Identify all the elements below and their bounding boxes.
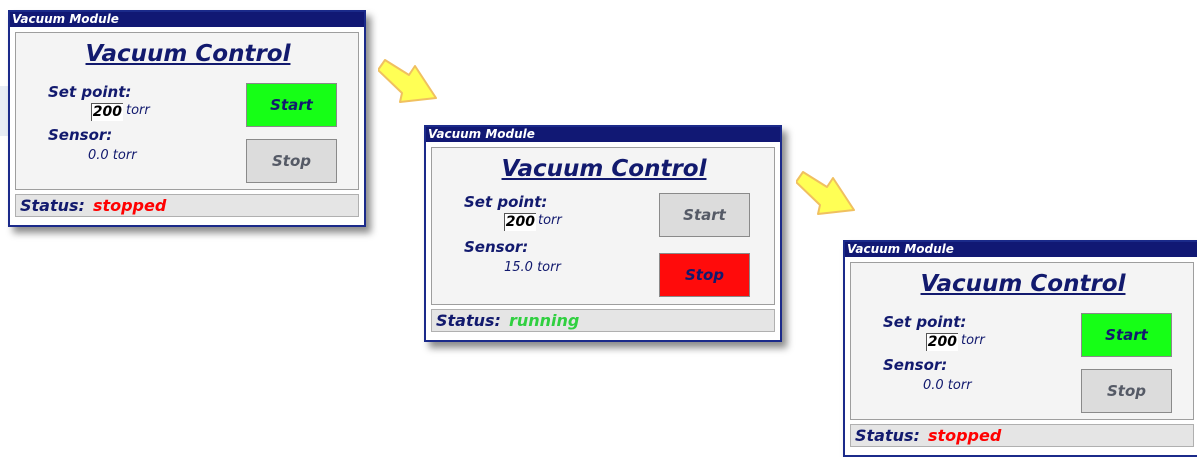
start-button[interactable]: Start bbox=[659, 193, 750, 237]
window-title: Vacuum Module bbox=[10, 12, 364, 27]
setpoint-input[interactable]: 200 bbox=[926, 333, 958, 351]
status-label: Status: bbox=[20, 196, 85, 215]
stop-button[interactable]: Stop bbox=[659, 253, 750, 297]
status-value: stopped bbox=[92, 196, 167, 215]
window-title: Vacuum Module bbox=[426, 127, 780, 142]
arrow-shape bbox=[796, 171, 855, 215]
status-bar: Status: running bbox=[431, 309, 775, 332]
sensor-value: 15.0 torr bbox=[504, 260, 561, 275]
status-label: Status: bbox=[436, 311, 501, 330]
setpoint-unit: torr bbox=[126, 103, 150, 118]
panel-heading: Vacuum Control bbox=[501, 156, 707, 182]
panel-heading: Vacuum Control bbox=[85, 41, 291, 67]
sensor-label: Sensor: bbox=[464, 238, 529, 256]
start-button[interactable]: Start bbox=[1081, 313, 1172, 357]
vacuum-module-window-3: Vacuum Module Vacuum Control Set point: … bbox=[843, 240, 1197, 457]
setpoint-label: Set point: bbox=[48, 83, 132, 101]
arrow-shape bbox=[378, 59, 437, 103]
setpoint-input[interactable]: 200 bbox=[91, 103, 123, 121]
stop-button[interactable]: Stop bbox=[1081, 369, 1172, 413]
sensor-value: 0.0 torr bbox=[88, 148, 137, 163]
setpoint-unit: torr bbox=[538, 213, 562, 228]
setpoint-label: Set point: bbox=[464, 193, 548, 211]
control-area: Vacuum Control Set point: 200 torr Senso… bbox=[15, 32, 359, 190]
status-value: running bbox=[508, 311, 580, 330]
window-title: Vacuum Module bbox=[845, 242, 1197, 257]
transition-arrow-icon bbox=[796, 171, 855, 215]
stop-button[interactable]: Stop bbox=[246, 139, 337, 183]
setpoint-input[interactable]: 200 bbox=[504, 213, 536, 231]
status-label: Status: bbox=[855, 426, 920, 445]
transition-arrow-icon bbox=[378, 59, 437, 103]
status-bar: Status: stopped bbox=[850, 424, 1194, 447]
status-bar: Status: stopped bbox=[15, 194, 359, 217]
control-area: Vacuum Control Set point: 200 torr Senso… bbox=[850, 262, 1194, 420]
setpoint-label: Set point: bbox=[883, 313, 967, 331]
start-button[interactable]: Start bbox=[246, 83, 337, 127]
vacuum-module-window-2: Vacuum Module Vacuum Control Set point: … bbox=[424, 125, 782, 342]
setpoint-unit: torr bbox=[961, 333, 985, 348]
panel-heading: Vacuum Control bbox=[920, 271, 1126, 297]
sensor-value: 0.0 torr bbox=[923, 378, 972, 393]
sensor-label: Sensor: bbox=[883, 356, 948, 374]
sensor-label: Sensor: bbox=[48, 126, 113, 144]
vacuum-module-window-1: Vacuum Module Vacuum Control Set point: … bbox=[8, 10, 366, 227]
control-area: Vacuum Control Set point: 200 torr Senso… bbox=[431, 147, 775, 305]
status-value: stopped bbox=[927, 426, 1002, 445]
